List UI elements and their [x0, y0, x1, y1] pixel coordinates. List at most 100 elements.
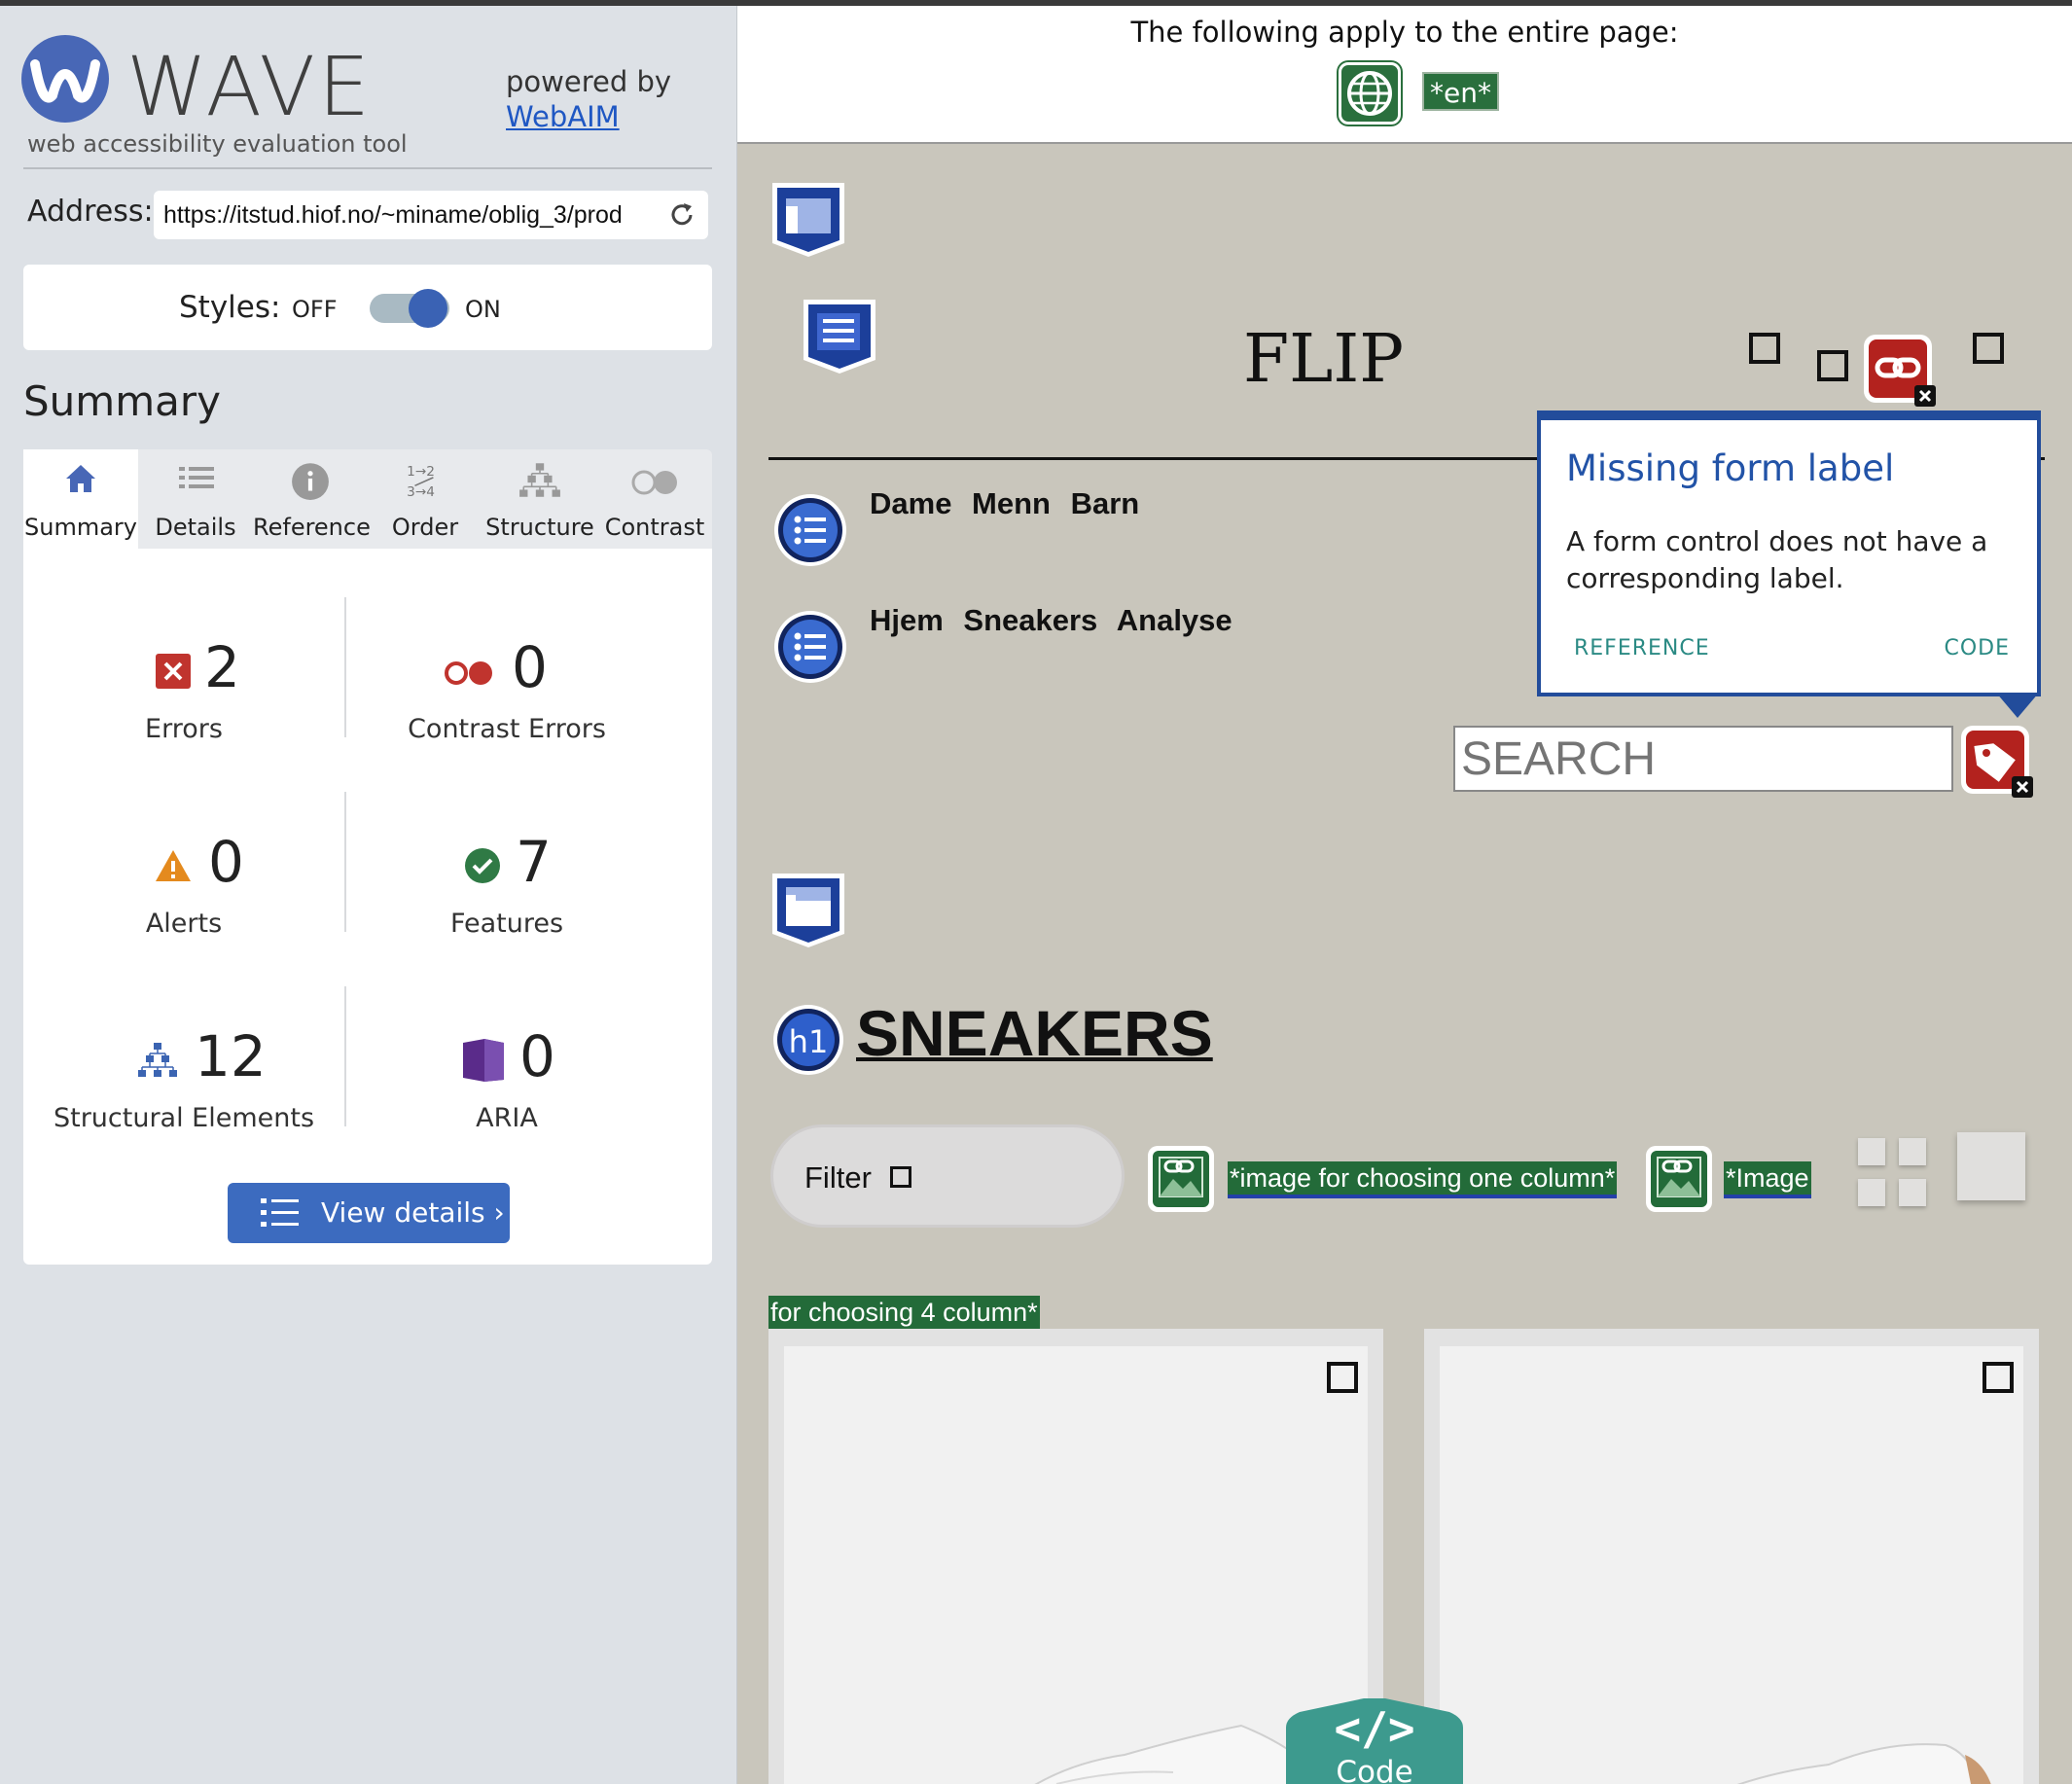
refresh-icon[interactable] [667, 200, 697, 230]
navigation-region-icon[interactable] [800, 296, 879, 375]
styles-label: Styles: [179, 290, 281, 325]
unlabeled-control-marker[interactable] [1817, 350, 1848, 381]
tooltip-title: Missing form label [1566, 447, 1895, 489]
linked-image-icon[interactable] [1146, 1144, 1216, 1214]
webaim-link[interactable]: WebAIM [506, 99, 671, 134]
panel-tabs: Summary Details Reference 1→2 3→4 Order [23, 449, 712, 549]
errors-count: 2 [204, 634, 240, 700]
view-details-label: View details › [321, 1196, 505, 1229]
missing-label-tooltip: Missing form label A form control does n… [1537, 410, 2041, 696]
h1-badge-label: h1 [788, 1023, 829, 1060]
powered-by: powered by WebAIM [506, 64, 671, 134]
stat-contrast-errors[interactable]: 0 Contrast Errors [346, 634, 667, 751]
svg-text:3→4: 3→4 [407, 484, 435, 500]
grid-view-option[interactable] [1858, 1179, 1885, 1206]
summary-heading: Summary [23, 377, 221, 425]
tab-contrast[interactable]: Contrast [597, 449, 712, 549]
tab-label: Summary [24, 514, 137, 541]
checkbox-marker [890, 1166, 911, 1188]
stat-alerts[interactable]: 0 Alerts [23, 829, 344, 946]
tooltip-description: A form control does not have a correspon… [1566, 525, 1988, 594]
nav-list-primary[interactable]: Dame Menn Barn [870, 486, 1139, 521]
tab-label: Contrast [604, 514, 705, 541]
grid-view-option[interactable] [1899, 1179, 1926, 1206]
list-icon [261, 1198, 299, 1227]
search-input[interactable] [1453, 726, 1953, 792]
error-icon [156, 654, 191, 689]
tooltip-reference-link[interactable]: REFERENCE [1574, 636, 1710, 660]
contrast-errors-label: Contrast Errors [408, 714, 606, 744]
page-level-banner: The following apply to the entire page: … [737, 6, 2072, 144]
home-icon [66, 465, 95, 492]
grid-view-option[interactable] [1899, 1138, 1926, 1165]
styles-toggle-card: Styles: OFF ON [23, 265, 712, 350]
alert-icon [156, 850, 191, 881]
tab-details[interactable]: Details [138, 449, 253, 549]
site-title: FLIP [1243, 321, 1404, 398]
styles-off-label: OFF [292, 296, 338, 323]
nav-list-secondary[interactable]: Hjem Sneakers Analyse [870, 603, 1232, 638]
view-details-button[interactable]: View details › [228, 1183, 510, 1243]
wave-sidebar: WAVE web accessibility evaluation tool p… [0, 6, 737, 1784]
aria-count: 0 [519, 1023, 555, 1089]
missing-label-error-icon[interactable] [1959, 724, 2035, 800]
tab-reference[interactable]: Reference [253, 449, 371, 549]
stat-errors[interactable]: 2 Errors [23, 634, 344, 751]
summary-panel: 2 Errors 0 Contrast Errors 0 Alerts 7 Fe… [23, 549, 712, 1265]
list-structure-icon[interactable] [772, 492, 848, 568]
styles-on-label: ON [465, 296, 501, 323]
address-label: Address: [27, 195, 154, 229]
powered-by-text: powered by [506, 65, 672, 98]
page-preview: The following apply to the entire page: … [737, 6, 2072, 1784]
grid-view-option[interactable] [1858, 1138, 1885, 1165]
order-icon: 1→2 3→4 [407, 464, 435, 500]
contrast-icon [631, 470, 677, 495]
list-structure-icon[interactable] [772, 609, 848, 685]
page-heading: SNEAKERS [856, 997, 1213, 1069]
alt-text-four-column-start: *Image [1724, 1161, 1811, 1198]
structural-count: 12 [195, 1023, 267, 1089]
language-badge[interactable]: *en* [1422, 72, 1499, 111]
unlabeled-control-marker[interactable] [1973, 333, 2004, 364]
tooltip-code-link[interactable]: CODE [1944, 636, 2010, 660]
main-region-icon[interactable] [768, 870, 848, 949]
linked-image-icon[interactable] [1644, 1144, 1714, 1214]
wave-logo-text: WAVE [126, 39, 374, 134]
contrast-errors-count: 0 [512, 634, 548, 700]
stat-structural[interactable]: 12 Structural Elements [23, 1023, 344, 1140]
feature-check-icon [465, 848, 500, 883]
tab-summary[interactable]: Summary [23, 449, 138, 549]
tab-structure[interactable]: Structure [482, 449, 597, 549]
filter-button[interactable]: Filter [770, 1124, 1125, 1228]
structure-icon [519, 463, 560, 497]
alt-text-one-column: *image for choosing one column* [1228, 1161, 1618, 1198]
empty-link-error-icon[interactable] [1862, 333, 1938, 409]
address-field-container [154, 191, 708, 239]
unlabeled-control-marker[interactable] [1327, 1362, 1358, 1393]
toggle-knob [409, 289, 447, 328]
stat-aria[interactable]: 0 ARIA [346, 1023, 667, 1140]
globe-icon[interactable] [1339, 62, 1401, 125]
details-list-icon [179, 467, 214, 488]
product-card[interactable] [1424, 1329, 2039, 1784]
sneaker-image [1736, 1743, 1991, 1784]
tab-order[interactable]: 1→2 3→4 Order [368, 449, 482, 549]
banner-text: The following apply to the entire page: [1130, 16, 1679, 49]
stat-features[interactable]: 7 Features [346, 829, 667, 946]
alerts-count: 0 [208, 829, 244, 895]
alerts-label: Alerts [145, 909, 223, 939]
unlabeled-control-marker[interactable] [1983, 1362, 2014, 1393]
unlabeled-control-marker[interactable] [1749, 333, 1780, 364]
styles-toggle[interactable] [370, 289, 449, 328]
code-toggle-button[interactable]: </> Code [1286, 1698, 1463, 1784]
product-image-area [1440, 1346, 2023, 1784]
single-column-view-option[interactable] [1957, 1132, 2025, 1200]
tab-label: Details [155, 514, 236, 541]
tooltip-arrow [1996, 693, 2039, 718]
errors-label: Errors [145, 714, 223, 744]
contrast-error-icon [445, 661, 492, 685]
header-region-icon[interactable] [768, 179, 848, 259]
code-toggle-label: Code [1336, 1755, 1413, 1784]
tab-label: Structure [485, 514, 594, 541]
address-input[interactable] [163, 196, 660, 233]
